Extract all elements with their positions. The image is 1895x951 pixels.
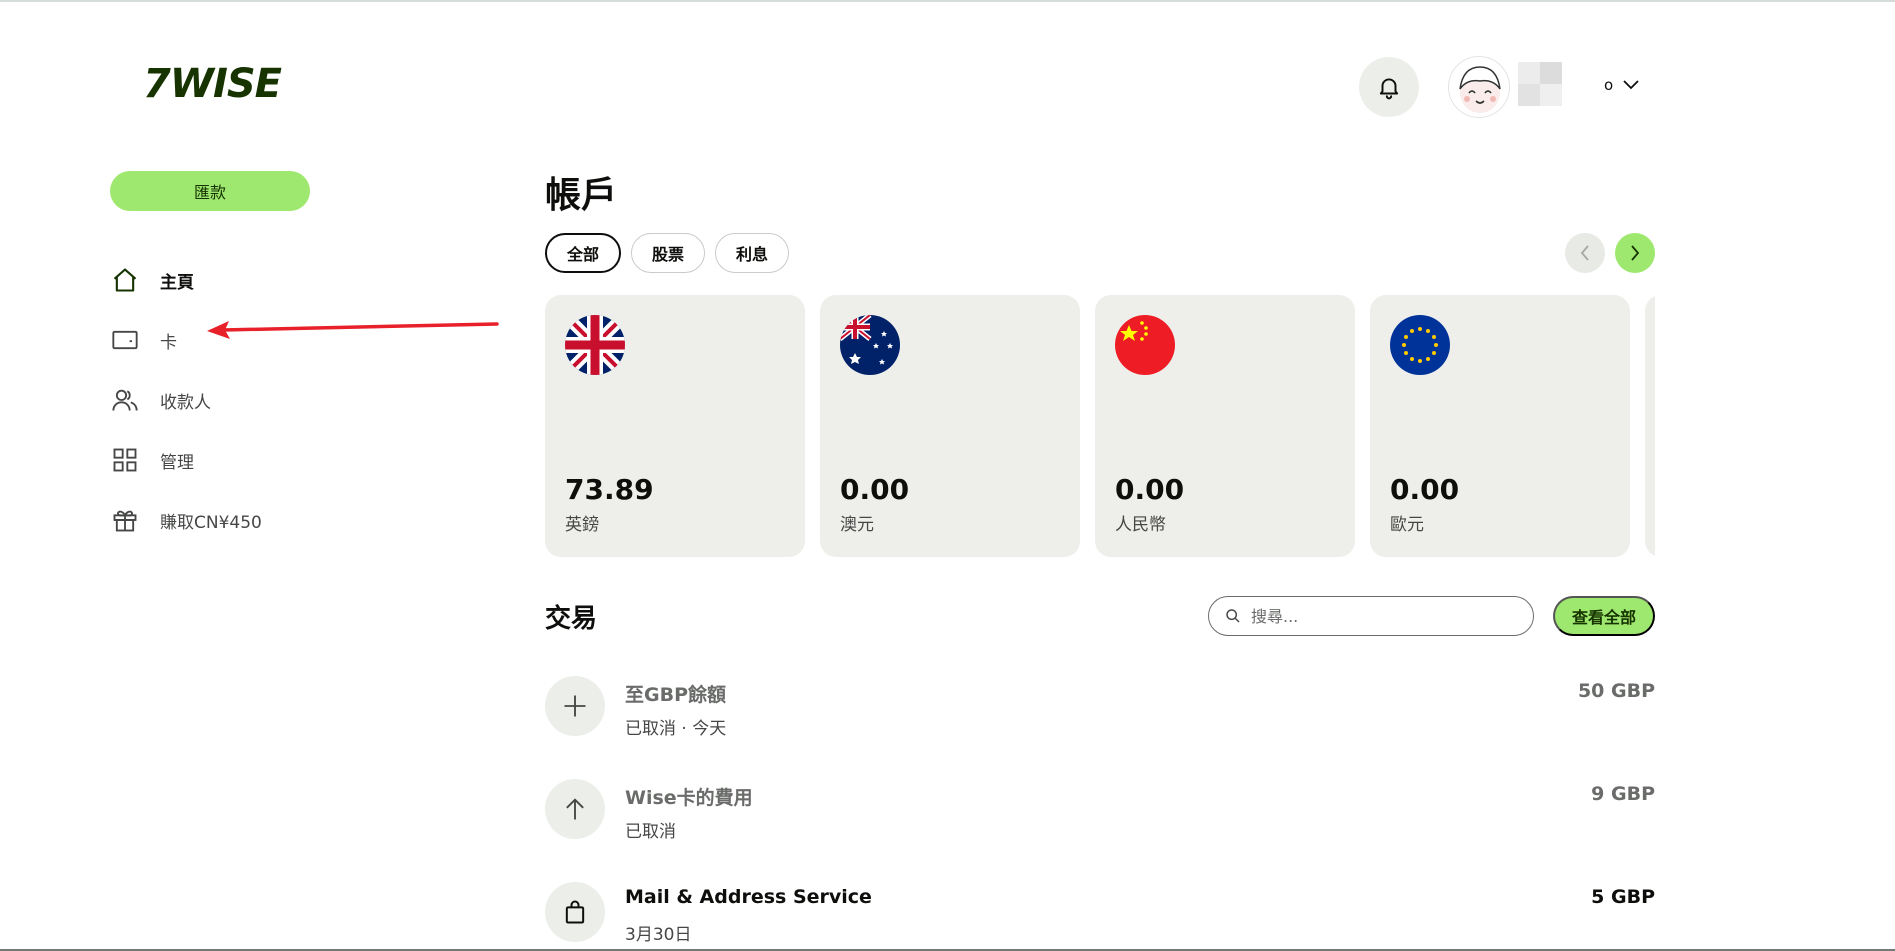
page-title: 帳戶 — [545, 175, 618, 216]
account-card-gbp[interactable]: 73.89 英鎊 — [545, 295, 805, 557]
sidebar-item-label: 卡 — [160, 332, 177, 353]
sidebar-nav: 主頁 卡 收款人 管理 賺取CN¥450 — [110, 250, 370, 550]
notifications-button[interactable] — [1359, 57, 1419, 117]
home-icon — [110, 265, 140, 295]
sidebar-item-earn[interactable]: 賺取CN¥450 — [110, 490, 370, 550]
transaction-amount: 50 GBP — [1577, 680, 1655, 702]
account-card-eur[interactable]: 0.00 歐元 — [1370, 295, 1630, 557]
account-currency: 歐元 — [1390, 515, 1424, 535]
account-card-aud[interactable]: 0.00 澳元 — [820, 295, 1080, 557]
account-currency: 澳元 — [840, 515, 874, 535]
chip-interest[interactable]: 利息 — [715, 233, 790, 273]
account-balance: 0.00 — [1115, 473, 1185, 506]
sidebar-item-manage[interactable]: 管理 — [110, 430, 370, 490]
transaction-list: 至GBP餘額 已取消 · 今天 50 GBP Wise卡的費用 已取消 9 GB… — [545, 676, 1655, 951]
account-balance: 0.00 — [1390, 473, 1460, 506]
search-icon — [1226, 609, 1240, 623]
avatar[interactable] — [1448, 56, 1510, 118]
bell-icon — [1379, 78, 1399, 100]
carousel-next-button[interactable] — [1615, 233, 1655, 273]
transactions-title: 交易 — [545, 604, 598, 634]
recipients-icon — [110, 385, 140, 415]
annotation-arrow — [207, 321, 499, 339]
account-balance: 0.00 — [840, 473, 910, 506]
profile-initial: o — [1604, 76, 1614, 94]
sidebar-item-recipients[interactable]: 收款人 — [110, 370, 370, 430]
chevron-down-icon — [1623, 80, 1639, 90]
account-currency: 英鎊 — [565, 515, 599, 535]
china-flag-icon — [1115, 315, 1175, 375]
transaction-row[interactable]: Wise卡的費用 已取消 9 GBP — [545, 779, 1655, 882]
transaction-amount: 9 GBP — [1591, 783, 1655, 805]
plus-icon — [545, 676, 605, 736]
chip-all[interactable]: 全部 — [545, 233, 622, 273]
account-cards: 73.89 英鎊 0.00 澳元 0.00 人民幣 0.00 歐元 — [545, 295, 1655, 557]
account-balance: 73.89 — [565, 473, 654, 506]
profile-dropdown[interactable]: o — [1604, 76, 1639, 94]
transaction-status: 已取消 · 今天 — [625, 719, 727, 739]
carousel-prev-button[interactable] — [1565, 233, 1605, 273]
arrow-up-icon — [545, 779, 605, 839]
card-icon — [110, 325, 140, 355]
view-all-button[interactable]: 查看全部 — [1553, 596, 1655, 636]
transaction-name: Wise卡的費用 — [625, 787, 753, 809]
shopping-bag-icon — [545, 882, 605, 942]
transaction-row[interactable]: 至GBP餘額 已取消 · 今天 50 GBP — [545, 676, 1655, 779]
transaction-status: 已取消 — [625, 822, 676, 842]
gift-icon — [110, 505, 140, 535]
search-input[interactable] — [1251, 606, 1511, 626]
chevron-right-icon — [1631, 245, 1640, 261]
account-currency: 人民幣 — [1115, 515, 1166, 535]
redacted-name-lower — [1518, 84, 1562, 106]
sidebar-item-label: 收款人 — [160, 392, 211, 413]
transaction-row[interactable]: Mail & Address Service 3月30日 5 GBP — [545, 882, 1655, 951]
grid-icon — [110, 445, 140, 475]
australia-flag-icon — [840, 315, 900, 375]
account-card-cny[interactable]: 0.00 人民幣 — [1095, 295, 1355, 557]
uk-flag-icon — [565, 315, 625, 375]
chip-stocks[interactable]: 股票 — [631, 233, 706, 273]
transaction-name: Mail & Address Service — [625, 886, 872, 908]
send-money-button[interactable]: 匯款 — [110, 171, 310, 211]
transaction-search[interactable] — [1208, 596, 1534, 636]
transaction-date: 3月30日 — [625, 925, 692, 945]
transaction-amount: 5 GBP — [1591, 886, 1655, 908]
sidebar-item-label: 管理 — [160, 452, 194, 473]
eu-flag-icon — [1390, 315, 1450, 375]
account-filter-chips: 全部 股票 利息 — [545, 233, 790, 273]
wise-logo[interactable]: 7WISE — [143, 61, 283, 107]
transaction-name: 至GBP餘額 — [625, 684, 727, 706]
chevron-left-icon — [1580, 245, 1589, 261]
sidebar-item-label: 主頁 — [160, 272, 194, 293]
logo-text: 7WISE — [143, 61, 282, 107]
sidebar-item-label: 賺取CN¥450 — [160, 512, 262, 533]
account-card-partial[interactable] — [1645, 295, 1655, 557]
sidebar-item-home[interactable]: 主頁 — [110, 250, 370, 310]
top-border — [0, 0, 1895, 2]
